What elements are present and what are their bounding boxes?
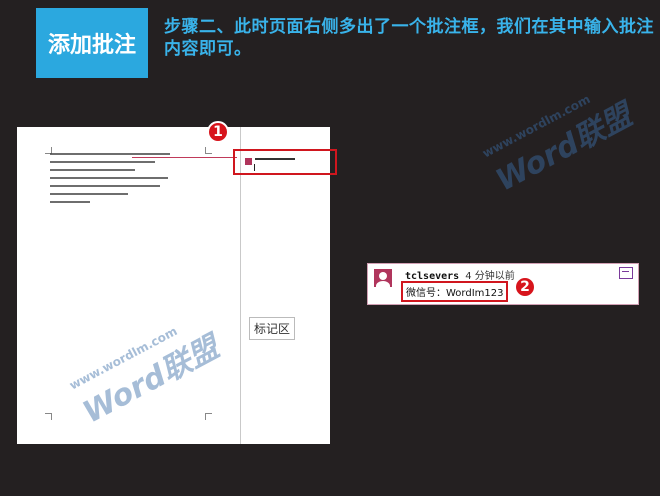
corner-mark bbox=[205, 413, 212, 420]
document-page: 标记区 www.wordlm.com Word联盟 bbox=[17, 127, 337, 444]
reply-icon[interactable] bbox=[619, 267, 633, 279]
step-description: 步骤二、此时页面右侧多出了一个批注框，我们在其中输入批注内容即可。 bbox=[164, 17, 654, 59]
title-badge: 添加批注 bbox=[36, 8, 148, 78]
corner-mark bbox=[205, 147, 212, 154]
watermark: www.wordlm.com Word联盟 bbox=[67, 323, 225, 431]
comment-box-zoomed[interactable]: tclsevers 4 分钟以前 微信号：WordIm123 bbox=[367, 263, 639, 305]
callout-2: 2 bbox=[514, 276, 536, 298]
watermark: www.wordlm.com Word联盟 bbox=[480, 91, 638, 199]
comment-connector bbox=[132, 157, 237, 158]
comment-box-small[interactable] bbox=[233, 149, 337, 175]
markup-area-label: 标记区 bbox=[249, 317, 296, 340]
document-text bbox=[50, 153, 200, 209]
text-cursor bbox=[254, 164, 255, 171]
comment-author-small bbox=[255, 158, 295, 160]
callout-1: 1 bbox=[207, 121, 229, 143]
corner-mark bbox=[45, 413, 52, 420]
comment-body[interactable]: 微信号：WordIm123 bbox=[401, 281, 509, 302]
avatar bbox=[374, 269, 392, 287]
avatar bbox=[245, 158, 252, 165]
comment-header: tclsevers 4 分钟以前 bbox=[405, 267, 515, 282]
